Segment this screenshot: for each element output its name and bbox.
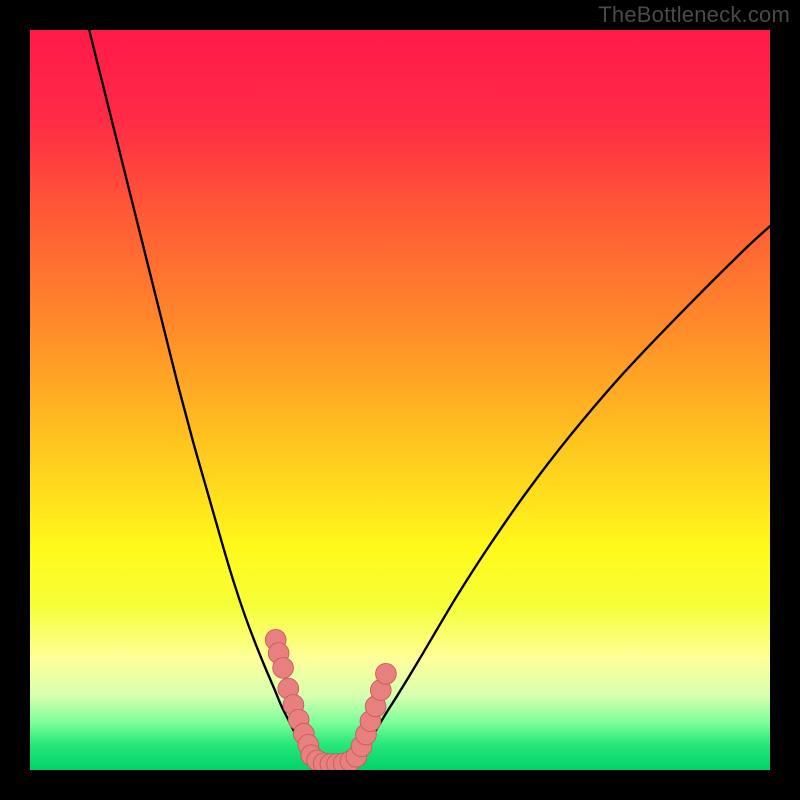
watermark-text: TheBottleneck.com xyxy=(598,2,790,28)
marker-dot xyxy=(273,658,294,679)
data-markers xyxy=(265,629,396,770)
plot-area xyxy=(30,30,770,770)
marker-dot xyxy=(376,663,397,684)
chart-frame: TheBottleneck.com xyxy=(0,0,800,800)
curve-layer xyxy=(30,30,770,770)
curve-right-branch xyxy=(359,226,770,755)
